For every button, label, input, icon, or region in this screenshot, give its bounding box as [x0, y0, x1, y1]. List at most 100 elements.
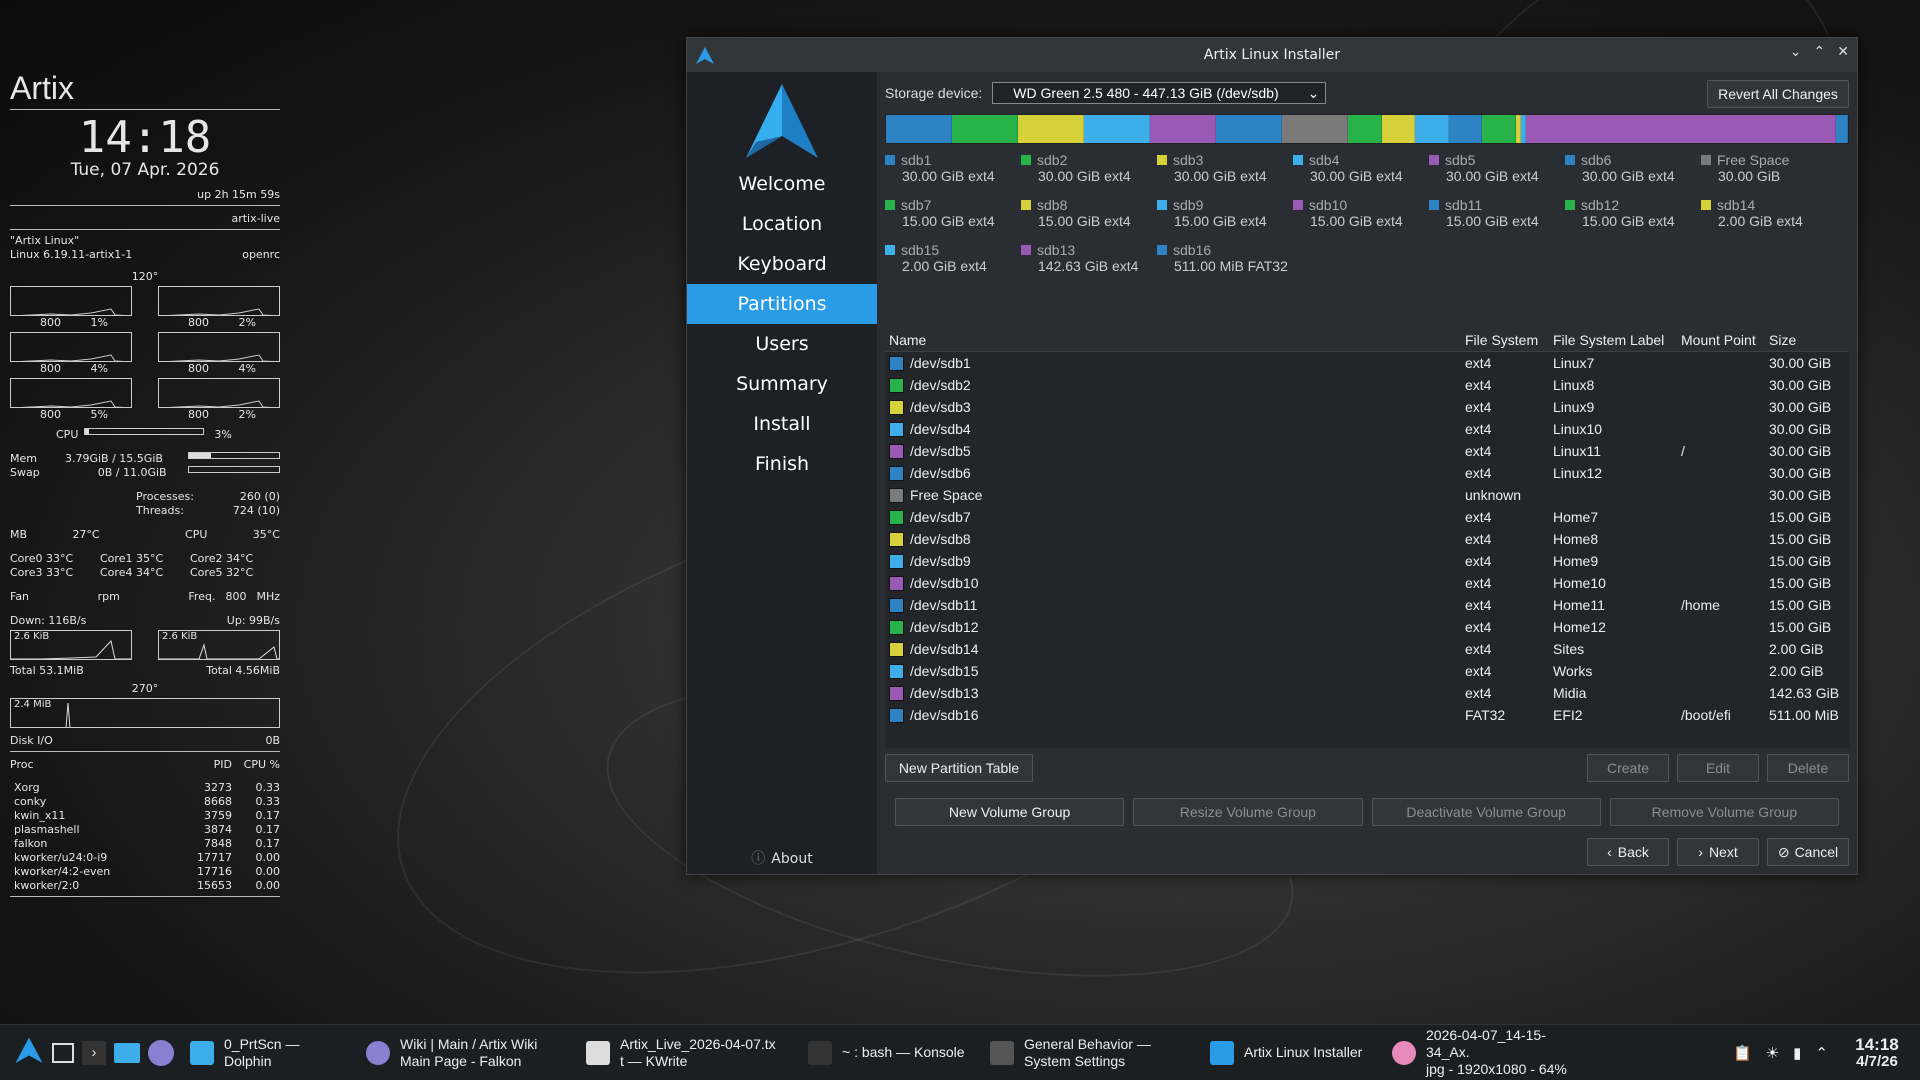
process-cpu: 0.17 — [255, 823, 281, 836]
taskbar-task[interactable]: Artix Linux Installer — [1202, 1025, 1384, 1080]
table-row[interactable]: /dev/sdb14 ext4 Sites 2.00 GiB — [885, 638, 1849, 660]
legend-fs: ext4 — [1776, 213, 1803, 229]
new-partition-table-button[interactable]: New Partition Table — [885, 754, 1033, 782]
clipboard-icon[interactable]: 📋 — [1733, 1044, 1752, 1062]
legend-size: 30.00 GiB — [1038, 168, 1101, 184]
minimize-icon[interactable]: ⌄ — [1790, 44, 1802, 60]
storage-device-select[interactable]: WD Green 2.5 480 - 447.13 GiB (/dev/sdb)… — [992, 82, 1327, 104]
artix-icon — [1210, 1040, 1234, 1065]
legend-item: sdb14 2.00 GiB ext4 — [1701, 197, 1836, 229]
table-row[interactable]: /dev/sdb12 ext4 Home12 15.00 GiB — [885, 616, 1849, 638]
legend-fs: ext4 — [1240, 213, 1267, 229]
process-name: conky — [14, 795, 47, 808]
fan-label: Fan — [10, 590, 30, 603]
process-name: kworker/u24:0-i9 — [14, 851, 108, 864]
remove-volume-group-button[interactable]: Remove Volume Group — [1609, 798, 1839, 826]
process-cpu: 0.17 — [255, 809, 281, 822]
table-row[interactable]: /dev/sdb13 ext4 Midia 142.63 GiB — [885, 682, 1849, 704]
back-button[interactable]: ‹ Back — [1587, 838, 1669, 866]
sidebar-step-partitions: Partitions — [687, 284, 877, 324]
new-volume-group-button[interactable]: New Volume Group — [895, 798, 1125, 826]
table-row[interactable]: /dev/sdb1 ext4 Linux7 30.00 GiB — [885, 352, 1849, 374]
about-button[interactable]: ⓘ About — [687, 848, 877, 868]
table-row[interactable]: /dev/sdb3 ext4 Linux9 30.00 GiB — [885, 396, 1849, 418]
delete-button[interactable]: Delete — [1767, 754, 1849, 782]
expand-tray-icon[interactable]: ⌃ — [1815, 1044, 1828, 1062]
cpu-temp-label: CPU — [185, 528, 208, 541]
legend-name: sdb14 — [1717, 197, 1756, 213]
edit-button[interactable]: Edit — [1677, 754, 1759, 782]
col-fs-label[interactable]: File System Label — [1553, 332, 1681, 348]
table-row[interactable]: /dev/sdb11 ext4 Home11/home 15.00 GiB — [885, 594, 1849, 616]
partition-name: /dev/sdb10 — [910, 575, 979, 591]
col-mount-point[interactable]: Mount Point — [1681, 332, 1769, 348]
legend-fs: ext4 — [1104, 213, 1131, 229]
legend-size: 2.00 GiB — [902, 258, 957, 274]
partition-bar-segment — [1482, 115, 1516, 143]
legend-size: 511.00 MiB — [1174, 258, 1244, 274]
legend-fs: ext4 — [1111, 258, 1139, 274]
next-button[interactable]: › Next — [1677, 838, 1759, 866]
down-graph-scale: 2.6 KiB — [14, 631, 50, 642]
maximize-icon[interactable]: ⌃ — [1814, 44, 1826, 60]
legend-size: 30.00 GiB — [1718, 168, 1781, 184]
legend-size: 30.00 GiB — [1174, 168, 1237, 184]
taskbar: › 0_PrtScn — Dolphin Wiki | Main / Artix … — [0, 1024, 1920, 1080]
legend-item: sdb5 30.00 GiB ext4 — [1429, 152, 1564, 184]
legend-item: sdb11 15.00 GiB ext4 — [1429, 197, 1564, 229]
table-row[interactable]: /dev/sdb9 ext4 Home9 15.00 GiB — [885, 550, 1849, 572]
falkon-icon — [366, 1040, 390, 1065]
table-row[interactable]: /dev/sdb10 ext4 Home10 15.00 GiB — [885, 572, 1849, 594]
taskbar-task[interactable]: 2026-04-07_14-15-34_Ax. jpg - 1920x1080 … — [1384, 1025, 1594, 1080]
revert-all-changes-button[interactable]: Revert All Changes — [1707, 80, 1849, 108]
title-bar[interactable]: Artix Linux Installer ⌄ ⌃ ✕ — [687, 38, 1857, 72]
browser-launcher-icon[interactable] — [148, 1039, 174, 1066]
deactivate-volume-group-button[interactable]: Deactivate Volume Group — [1371, 798, 1601, 826]
application-launcher-icon[interactable] — [14, 1036, 44, 1070]
table-row[interactable]: /dev/sdb8 ext4 Home8 15.00 GiB — [885, 528, 1849, 550]
legend-swatch — [885, 155, 895, 165]
table-row[interactable]: /dev/sdb4 ext4 Linux10 30.00 GiB — [885, 418, 1849, 440]
legend-item: sdb9 15.00 GiB ext4 — [1157, 197, 1292, 229]
digital-clock[interactable]: 14:18 4/7/26 — [1842, 1036, 1912, 1070]
show-desktop-icon[interactable] — [52, 1042, 74, 1063]
terminal-launcher-icon[interactable]: › — [82, 1040, 106, 1065]
disk-label: Disk I/O — [10, 734, 53, 747]
table-row[interactable]: Free Space unknown 30.00 GiB — [885, 484, 1849, 506]
table-row[interactable]: /dev/sdb5 ext4 Linux11 / 30.00 GiB — [885, 440, 1849, 462]
mem-value: 3.79GiB / 15.5GiB — [64, 452, 163, 465]
partition-bar-segment — [1084, 115, 1150, 143]
fan-unit: rpm — [97, 590, 120, 603]
battery-icon[interactable]: ▮ — [1793, 1044, 1801, 1062]
close-icon[interactable]: ✕ — [1837, 44, 1849, 60]
col-size[interactable]: Size — [1769, 332, 1849, 348]
taskbar-task[interactable]: Artix_Live_2026-04-07.tx t — KWrite — [578, 1025, 800, 1080]
core-freq: 800 — [40, 408, 61, 421]
create-button[interactable]: Create — [1587, 754, 1669, 782]
partition-fs: ext4 — [1465, 355, 1492, 371]
partition-color-swatch — [889, 465, 904, 481]
taskbar-task[interactable]: General Behavior — System Settings — [982, 1025, 1202, 1080]
chevron-left-icon: ‹ — [1607, 844, 1612, 860]
taskbar-task[interactable]: 0_PrtScn — Dolphin — [182, 1025, 358, 1080]
cancel-button[interactable]: ⊘ Cancel — [1767, 838, 1849, 866]
resize-volume-group-button[interactable]: Resize Volume Group — [1133, 798, 1363, 826]
col-name[interactable]: Name — [885, 332, 1465, 348]
conky-kernel: Linux 6.19.11-artix1-1 — [10, 248, 133, 261]
partition-name: /dev/sdb1 — [910, 355, 971, 371]
table-row[interactable]: /dev/sdb7 ext4 Home7 15.00 GiB — [885, 506, 1849, 528]
partition-fs: ext4 — [1465, 421, 1492, 437]
table-row[interactable]: /dev/sdb6 ext4 Linux12 30.00 GiB — [885, 462, 1849, 484]
brightness-icon[interactable]: ☀ — [1766, 1044, 1779, 1062]
table-row[interactable]: /dev/sdb16 FAT32 EFI2/boot/efi 511.00 MiB — [885, 704, 1849, 726]
taskbar-task[interactable]: ~ : bash — Konsole — [800, 1025, 982, 1080]
table-row[interactable]: /dev/sdb15 ext4 Works 2.00 GiB — [885, 660, 1849, 682]
legend-name: sdb6 — [1581, 152, 1612, 168]
legend-item: sdb4 30.00 GiB ext4 — [1293, 152, 1428, 184]
col-filesystem[interactable]: File System — [1465, 332, 1553, 348]
taskbar-task[interactable]: Wiki | Main / Artix Wiki Main Page - Fal… — [358, 1025, 578, 1080]
cpu-core-graph: 800 2% — [158, 378, 280, 422]
table-row[interactable]: /dev/sdb2 ext4 Linux8 30.00 GiB — [885, 374, 1849, 396]
legend-size: 15.00 GiB — [1310, 213, 1373, 229]
file-manager-launcher-icon[interactable] — [114, 1042, 140, 1063]
